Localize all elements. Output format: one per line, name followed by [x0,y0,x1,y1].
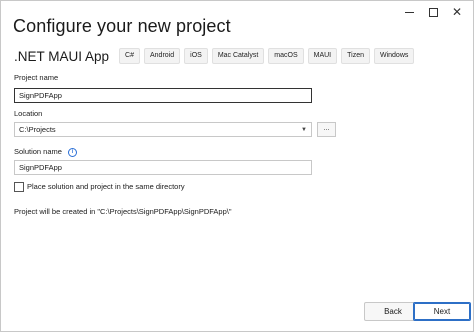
tag-mac-catalyst: Mac Catalyst [211,48,265,64]
minimize-icon [404,11,414,13]
location-select[interactable]: C:\Projects [14,122,312,137]
maximize-button[interactable] [421,3,445,21]
browse-button[interactable]: ... [317,122,336,137]
tag-tizen: Tizen [341,48,370,64]
solution-name-label-row: Solution name i [14,147,78,157]
template-header: .NET MAUI App C# Android iOS Mac Catalys… [14,48,415,64]
tag-android: Android [144,48,181,64]
dialog-window: ✕ Configure your new project .NET MAUI A… [0,0,474,332]
tag-ios: iOS [184,48,208,64]
tag-csharp: C# [119,48,140,64]
next-button[interactable]: Next [413,302,471,321]
tag-windows: Windows [373,48,415,64]
page-title: Configure your new project [13,16,231,36]
info-icon[interactable]: i [68,147,78,157]
created-path-text: Project will be created in "C:\Projects\… [14,207,232,216]
same-directory-checkbox[interactable] [14,182,24,192]
chevron-down-icon[interactable]: ▼ [301,127,307,133]
location-label: Location [14,109,43,118]
close-button[interactable]: ✕ [445,3,469,21]
template-name: .NET MAUI App [14,48,110,64]
close-icon: ✕ [451,5,463,19]
project-name-input[interactable] [14,88,312,103]
tag-maui: MAUI [307,48,338,64]
template-tags: C# Android iOS Mac Catalyst macOS MAUI T… [119,48,415,64]
minimize-button[interactable] [397,3,421,21]
location-value: C:\Projects [19,125,56,134]
solution-name-label: Solution name [14,147,62,156]
maximize-icon [428,7,438,17]
tag-macos: macOS [268,48,304,64]
window-controls: ✕ [397,3,469,21]
project-name-label: Project name [14,73,59,82]
solution-name-input[interactable] [14,160,312,175]
same-directory-label: Place solution and project in the same d… [27,182,185,191]
